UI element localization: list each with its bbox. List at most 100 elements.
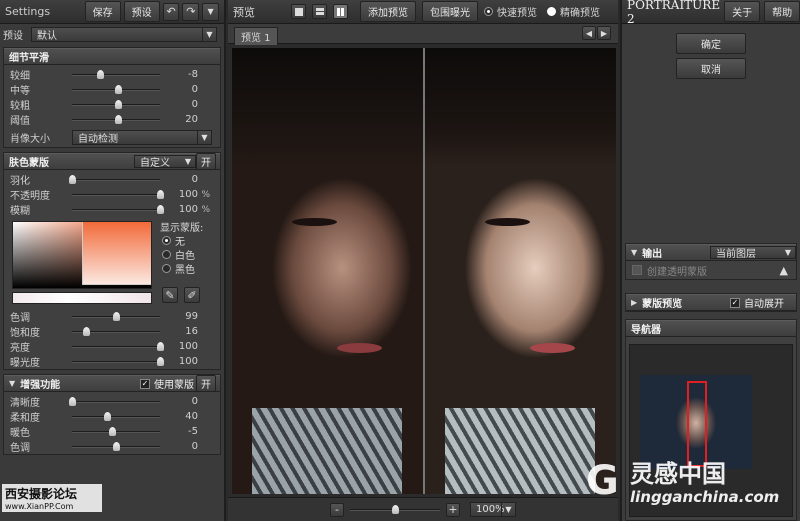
forum-watermark-title: 西安摄影论坛 [5, 487, 78, 501]
slider-value: 100 [178, 204, 198, 215]
tab-next-icon[interactable]: ▶ [597, 26, 611, 40]
show-mask-radio[interactable]: 白色 [162, 247, 195, 262]
mask-preview-header[interactable]: ▶ 蒙版预览 ✓ 自动展开 [626, 294, 796, 311]
accurate-preview-radio[interactable]: 精确预览 [547, 5, 600, 19]
skin-mask-toggle[interactable]: 开 [196, 153, 216, 170]
redo-icon[interactable]: ↷ [182, 2, 200, 21]
auto-expand-checkbox[interactable]: ✓ [730, 297, 740, 308]
split-horizontal-icon[interactable] [312, 4, 327, 19]
slider-row: 较细 -8 [4, 67, 220, 82]
zoom-slider[interactable] [350, 504, 440, 514]
navigator-header[interactable]: 导航器 [626, 320, 796, 337]
create-mask-row[interactable]: 创建透明蒙版 ▲ [626, 261, 796, 279]
slider-track[interactable] [72, 426, 160, 436]
eyedropper-icon[interactable]: ✎ [162, 287, 178, 303]
create-mask-label: 创建透明蒙版 [647, 266, 707, 278]
undo-icon[interactable]: ↶ [162, 2, 180, 21]
slider-track[interactable] [69, 174, 160, 184]
zoom-bar: - + 100% ▼ [228, 497, 618, 521]
slider-knob[interactable] [69, 174, 76, 184]
radio-icon [162, 263, 171, 273]
ok-button[interactable]: 确定 [676, 33, 746, 54]
slider-track[interactable] [72, 411, 160, 421]
slider-track[interactable] [69, 396, 160, 406]
use-mask-control[interactable]: ✓ 使用蒙版 [140, 376, 194, 391]
portrait-size-select[interactable]: 自动检测 ▼ [72, 129, 212, 145]
slider-track[interactable] [72, 341, 164, 351]
hue-strip[interactable] [12, 292, 152, 304]
create-mask-checkbox[interactable] [632, 265, 642, 275]
slider-value: 0 [191, 441, 198, 452]
enhancements-toggle[interactable]: 开 [196, 375, 216, 392]
slider-label: 色调 [10, 443, 30, 454]
site-watermark: G 灵感中国 lingganchina.com [582, 452, 800, 516]
auto-expand-control[interactable]: ✓ 自动展开 [730, 295, 784, 310]
slider-track[interactable] [72, 69, 160, 79]
slider-track[interactable] [72, 204, 164, 214]
help-button[interactable]: 帮助 [764, 1, 800, 22]
eyedropper-add-icon[interactable]: ✐ [184, 287, 200, 303]
mask-preview-section: ▶ 蒙版预览 ✓ 自动展开 [625, 293, 797, 312]
slider-knob[interactable] [157, 189, 164, 199]
slider-row: 暖色 -5 [4, 424, 220, 439]
slider-track[interactable] [72, 189, 164, 199]
slider-track[interactable] [72, 99, 160, 109]
save-button[interactable]: 保存 [84, 1, 121, 22]
slider-knob[interactable] [114, 114, 122, 124]
preset-button[interactable]: 预设 [123, 1, 160, 22]
quick-preview-radio[interactable]: 快速预览 [484, 5, 537, 19]
slider-knob[interactable] [69, 396, 76, 406]
about-button[interactable]: 关于 [724, 1, 761, 22]
split-vertical-icon[interactable] [333, 4, 348, 19]
slider-knob[interactable] [113, 441, 120, 451]
slider-knob[interactable] [97, 69, 105, 79]
menu-icon[interactable]: ▼ [202, 2, 219, 21]
zoom-in-button[interactable]: + [446, 502, 460, 517]
show-mask-radio[interactable]: 黑色 [162, 261, 195, 276]
add-preview-button[interactable]: 添加预览 [360, 1, 416, 22]
tab-preview-1[interactable]: 预览 1 [234, 27, 278, 45]
slider-knob[interactable] [83, 326, 91, 336]
slider-track[interactable] [72, 84, 160, 94]
preset-select[interactable]: 默认 ▼ [31, 26, 217, 42]
slider-row: 饱和度 16 [4, 324, 220, 339]
tab-prev-icon[interactable]: ◀ [582, 26, 596, 40]
slider-label: 色调 [10, 313, 30, 324]
cancel-button[interactable]: 取消 [676, 58, 746, 79]
detail-smoothing-header[interactable]: 细节平滑 [4, 48, 220, 65]
zoom-slider-knob[interactable] [392, 504, 399, 514]
output-select[interactable]: 当前图层 ▼ [710, 246, 796, 260]
slider-knob[interactable] [113, 311, 120, 321]
color-selection-box[interactable] [82, 222, 151, 285]
slider-knob[interactable] [157, 341, 164, 351]
single-view-icon[interactable] [291, 4, 306, 19]
slider-knob[interactable] [114, 84, 122, 94]
slider-row: 羽化 0 [4, 172, 220, 187]
preview-title: 预览 [233, 5, 255, 19]
slider-knob[interactable] [157, 356, 164, 366]
slider-value: 40 [185, 411, 198, 422]
forum-watermark-url: www.XianPP.Com [5, 502, 74, 511]
slider-knob[interactable] [114, 99, 122, 109]
slider-track[interactable] [72, 356, 164, 366]
slider-track[interactable] [72, 326, 160, 336]
use-mask-checkbox[interactable]: ✓ [140, 378, 150, 389]
slider-track[interactable] [72, 311, 160, 321]
slider-knob[interactable] [108, 426, 116, 436]
show-mask-radio[interactable]: 无 [162, 233, 195, 248]
slider-track[interactable] [72, 114, 160, 124]
zoom-out-button[interactable]: - [330, 502, 344, 517]
clip-exposure-button[interactable]: 包围曝光 [422, 1, 478, 22]
slider-knob[interactable] [157, 204, 164, 214]
skin-mode-select[interactable]: 自定义 ▼ [134, 155, 196, 169]
zoom-select[interactable]: 100% ▼ [470, 502, 516, 517]
enhancements-header[interactable]: ▼ 增强功能 ✓ 使用蒙版 开 [4, 375, 220, 392]
radio-label: 无 [175, 236, 185, 248]
site-url: lingganchina.com [630, 488, 780, 506]
output-header[interactable]: ▼ 输出 当前图层 ▼ [626, 244, 796, 261]
slider-track[interactable] [72, 441, 160, 451]
slider-knob[interactable] [104, 411, 112, 421]
mask-preview-label: 蒙版预览 [642, 299, 683, 310]
preview-canvas[interactable] [232, 48, 616, 494]
skin-mask-header[interactable]: 肤色蒙版 自定义 ▼ 开 [4, 153, 220, 170]
